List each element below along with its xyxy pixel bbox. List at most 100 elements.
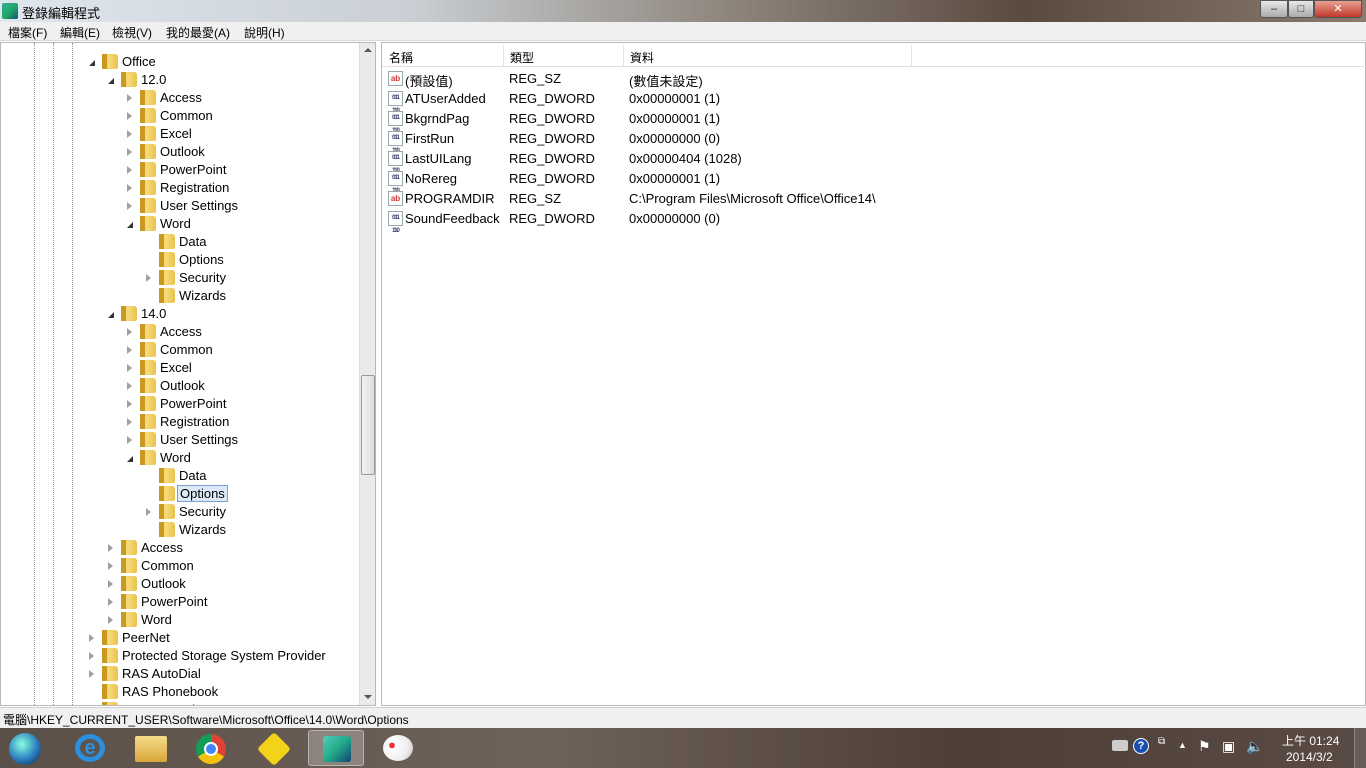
tree-node-label[interactable]: PowerPoint [139, 594, 209, 609]
tree-node[interactable]: Common [1, 557, 359, 575]
tree-node[interactable]: Outlook [1, 377, 359, 395]
keyboard-icon[interactable] [1112, 740, 1128, 751]
tree-node-label[interactable]: Options [177, 485, 228, 502]
language-bar-icon[interactable]: ⧉ [1158, 736, 1165, 747]
tree-node[interactable]: Word [1, 611, 359, 629]
expand-arrow-icon[interactable] [127, 382, 132, 390]
expand-arrow-icon[interactable] [127, 328, 132, 336]
expand-arrow-icon[interactable] [89, 634, 94, 642]
clock-time[interactable]: 上午 01:24 [1282, 732, 1339, 749]
collapse-arrow-icon[interactable] [127, 456, 133, 462]
scrollbar-thumb[interactable] [361, 375, 375, 475]
expand-arrow-icon[interactable] [146, 274, 151, 282]
tree-node[interactable]: 14.0 [1, 305, 359, 323]
expand-arrow-icon[interactable] [127, 112, 132, 120]
tree-node[interactable]: RAS AutoDial [1, 665, 359, 683]
tree-node-label[interactable]: Wizards [177, 288, 228, 303]
tree-node-label[interactable]: Common [158, 342, 215, 357]
expand-arrow-icon[interactable] [127, 148, 132, 156]
tree-node-label[interactable]: Remote Assistance [120, 702, 235, 705]
expand-arrow-icon[interactable] [127, 130, 132, 138]
tree-node-label[interactable]: Protected Storage System Provider [120, 648, 328, 663]
tree-node[interactable]: Common [1, 341, 359, 359]
value-row[interactable]: 011 110BkgrndPag REG_DWORD 0x00000001 (1) [382, 108, 1366, 134]
value-row[interactable]: 011 110 SoundFeedback REG_DWORD 0x00000000 … [382, 208, 1366, 234]
tree-node-label[interactable]: Excel [158, 126, 194, 141]
tree-node[interactable]: Options [1, 251, 359, 269]
expand-arrow-icon[interactable] [127, 400, 132, 408]
tree-node[interactable]: Excel [1, 125, 359, 143]
tree-node[interactable]: Security [1, 269, 359, 287]
tree-node[interactable]: Wizards [1, 287, 359, 305]
tree-node-label[interactable]: Word [139, 612, 174, 627]
column-header-name[interactable]: 名稱 [382, 49, 502, 67]
taskbar-ie[interactable]: e [62, 730, 118, 766]
menu-help[interactable]: 說明(H) [244, 24, 285, 41]
tree-node[interactable]: Security [1, 503, 359, 521]
column-header-type[interactable]: 類型 [503, 49, 623, 67]
tree-node-label[interactable]: Common [139, 558, 196, 573]
tree-node-label[interactable]: Data [177, 234, 208, 249]
volume-icon[interactable]: 🔈 [1246, 738, 1263, 755]
tree-node-label[interactable]: Data [177, 468, 208, 483]
tree-node[interactable]: PowerPoint [1, 395, 359, 413]
tree-node[interactable]: Outlook [1, 143, 359, 161]
expand-arrow-icon[interactable] [108, 616, 113, 624]
tree-node-label[interactable]: Registration [158, 414, 231, 429]
expand-arrow-icon[interactable] [127, 184, 132, 192]
tree-node[interactable]: Registration [1, 179, 359, 197]
expand-arrow-icon[interactable] [127, 364, 132, 372]
taskbar-chrome[interactable] [183, 730, 239, 766]
tree-node[interactable]: PowerPoint [1, 593, 359, 611]
close-button[interactable]: ✕ [1314, 0, 1362, 18]
tree-node-label[interactable]: PowerPoint [158, 162, 228, 177]
collapse-arrow-icon[interactable] [127, 222, 133, 228]
tree-node[interactable]: Registration [1, 413, 359, 431]
tree-node[interactable]: Office [1, 53, 359, 71]
expand-arrow-icon[interactable] [127, 436, 132, 444]
tree-node[interactable]: Wizards [1, 521, 359, 539]
tree-node-label[interactable]: Access [158, 324, 204, 339]
tree-node-label[interactable]: User Settings [158, 198, 240, 213]
tree-node[interactable]: PowerPoint [1, 161, 359, 179]
taskbar-paint[interactable] [370, 730, 426, 766]
collapse-arrow-icon[interactable] [108, 312, 114, 318]
tree-node-label[interactable]: RAS AutoDial [120, 666, 203, 681]
tree-node-label[interactable]: 14.0 [139, 306, 168, 321]
value-row[interactable]: ab (預設值) REG_SZ (數值未設定) [382, 68, 1366, 89]
expand-arrow-icon[interactable] [127, 202, 132, 210]
value-row[interactable]: 011 110LastUILang REG_DWORD 0x00000404 (10… [382, 148, 1366, 174]
tree-node[interactable]: User Settings [1, 197, 359, 215]
tree-node-label[interactable]: RAS Phonebook [120, 684, 220, 699]
expand-arrow-icon[interactable] [127, 418, 132, 426]
collapse-arrow-icon[interactable] [108, 78, 114, 84]
tree-node-label[interactable]: Word [158, 216, 193, 231]
tree-node-label[interactable]: Outlook [158, 378, 207, 393]
scroll-down-icon[interactable] [364, 695, 372, 699]
help-icon[interactable]: ? [1133, 738, 1149, 754]
tree-node[interactable]: RAS Phonebook [1, 683, 359, 701]
tree-node-label[interactable]: Security [177, 270, 228, 285]
tree-node[interactable]: Protected Storage System Provider [1, 647, 359, 665]
expand-arrow-icon[interactable] [89, 652, 94, 660]
menu-edit[interactable]: 編輯(E) [60, 24, 100, 41]
expand-arrow-icon[interactable] [127, 94, 132, 102]
expand-arrow-icon[interactable] [108, 562, 113, 570]
tree-node-label[interactable]: Common [158, 108, 215, 123]
tree-node[interactable]: Word [1, 215, 359, 233]
tree-node-label[interactable]: Security [177, 504, 228, 519]
expand-arrow-icon[interactable] [108, 544, 113, 552]
collapse-arrow-icon[interactable] [89, 60, 95, 66]
expand-arrow-icon[interactable] [108, 580, 113, 588]
tree-node-label[interactable]: Outlook [158, 144, 207, 159]
tree-node-label[interactable]: PeerNet [120, 630, 172, 645]
tree-node-label[interactable]: Options [177, 252, 226, 267]
value-row[interactable]: 011 110ATUserAdded REG_DWORD 0x00000001 (1… [382, 88, 1366, 114]
tree-node-label[interactable]: Registration [158, 180, 231, 195]
tree-node-label[interactable]: Office [120, 54, 158, 69]
tree-node-label[interactable]: User Settings [158, 432, 240, 447]
tree-node-label[interactable]: 12.0 [139, 72, 168, 87]
expand-arrow-icon[interactable] [108, 598, 113, 606]
menu-file[interactable]: 檔案(F) [8, 24, 47, 41]
show-desktop-button[interactable] [1354, 728, 1366, 768]
